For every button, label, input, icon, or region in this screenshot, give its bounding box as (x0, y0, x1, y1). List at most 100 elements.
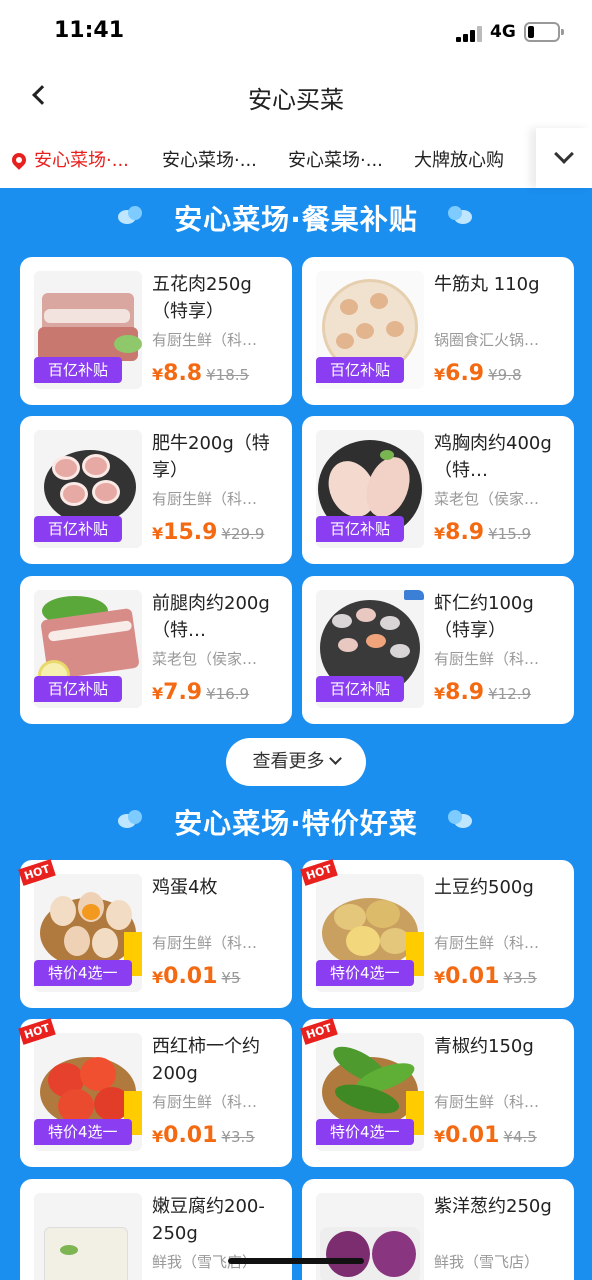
current-price: 0.01 (163, 1123, 218, 1148)
currency-symbol: ¥ (434, 968, 446, 987)
current-price: 15.9 (163, 520, 218, 545)
special-badge: 特价4选一 (316, 1119, 414, 1145)
product-name: 嫩豆腐约200-250g (152, 1196, 265, 1244)
price-block: ¥0.01 ¥4.5 (434, 1123, 537, 1148)
shop-name: 有厨生鲜（科… (434, 934, 540, 952)
shop-name: 菜老包（侯家… (152, 650, 258, 668)
subsidy-badge: 百亿补贴 (34, 516, 123, 542)
original-price: ¥29.9 (221, 525, 265, 543)
special-badge: 特价4选一 (34, 960, 132, 986)
section-title-specials: 安心菜场·特价好菜 (174, 807, 418, 840)
current-price: 8.9 (445, 680, 485, 705)
price-block: ¥7.9 ¥16.9 (152, 680, 249, 705)
tab-label: 安心菜场·... (288, 150, 383, 171)
tab-label: 安心菜场·... (34, 150, 129, 171)
original-price: ¥12.9 (488, 685, 532, 703)
currency-symbol: ¥ (152, 968, 164, 987)
current-price: 8.9 (445, 520, 485, 545)
view-more-button[interactable]: 查看更多 (226, 738, 366, 786)
product-card[interactable]: 百亿补贴 牛筋丸 110g 锅圈食汇火锅… ¥6.9 ¥9.8 (302, 257, 574, 405)
currency-symbol: ¥ (434, 1127, 446, 1146)
currency-symbol: ¥ (434, 365, 446, 384)
product-card[interactable]: HOT 特价4选一 土豆约500g 有厨生鲜（科… ¥0.01 ¥3.5 (300, 859, 574, 1008)
product-name: 青椒约150g (434, 1036, 534, 1057)
shop-name: 有厨生鲜（科… (152, 331, 258, 349)
chevron-down-icon (328, 752, 342, 765)
product-card[interactable]: HOT 特价4选一 西红柿一个约200g 有厨生鲜（科… ¥0.01 ¥3.5 (18, 1018, 292, 1167)
shop-name: 有厨生鲜（科… (152, 934, 258, 952)
product-image-tofu (34, 1193, 142, 1280)
tab-anxin-market-2[interactable]: 安心菜场·... (162, 146, 257, 172)
original-price: ¥4.5 (503, 1128, 537, 1146)
shop-name: 菜老包（侯家… (434, 490, 540, 508)
product-card[interactable]: 百亿补贴 前腿肉约200g（特… 菜老包（侯家… ¥7.9 ¥16.9 (20, 576, 292, 724)
product-card[interactable]: 嫩豆腐约200-250g 鲜我（雪飞店） (20, 1179, 292, 1280)
product-card[interactable]: 紫洋葱约250g 鲜我（雪飞店） (302, 1179, 574, 1280)
product-card[interactable]: HOT 特价4选一 鸡蛋4枚 有厨生鲜（科… ¥0.01 ¥5 (18, 859, 292, 1008)
tab-label: 安心菜场·... (162, 150, 257, 171)
currency-symbol: ¥ (152, 365, 164, 384)
shop-name: 有厨生鲜（科… (152, 1093, 258, 1111)
product-name: 前腿肉约200g（特… (152, 593, 270, 641)
original-price: ¥3.5 (221, 1128, 255, 1146)
battery-icon (524, 22, 564, 42)
current-price: 7.9 (163, 680, 203, 705)
tab-label: 大牌放心购 (414, 150, 504, 171)
current-price: 0.01 (445, 964, 500, 989)
product-name: 五花肉250g（特享） (152, 274, 252, 322)
price-block: ¥8.9 ¥15.9 (434, 520, 531, 545)
view-more-label: 查看更多 (252, 751, 325, 772)
shop-name: 锅圈食汇火锅… (434, 331, 540, 349)
nav-bar: 安心买菜 (0, 64, 592, 126)
product-card[interactable]: 百亿补贴 五花肉250g（特享） 有厨生鲜（科… ¥8.8 ¥18.5 (20, 257, 292, 405)
currency-symbol: ¥ (152, 524, 164, 543)
shop-name: 鲜我（雪飞店） (434, 1253, 540, 1271)
product-card[interactable]: HOT 特价4选一 青椒约150g 有厨生鲜（科… ¥0.01 ¥4.5 (300, 1018, 574, 1167)
price-block: ¥8.9 ¥12.9 (434, 680, 531, 705)
original-price: ¥9.8 (488, 366, 522, 384)
product-name: 肥牛200g（特享） (152, 433, 270, 481)
network-label: 4G (490, 22, 516, 42)
tab-anxin-market-3[interactable]: 安心菜场·... (288, 146, 383, 172)
original-price: ¥3.5 (503, 969, 537, 987)
shop-name: 有厨生鲜（科… (152, 490, 258, 508)
product-name: 牛筋丸 110g (434, 274, 540, 295)
currency-symbol: ¥ (152, 684, 164, 703)
subsidy-badge: 百亿补贴 (34, 357, 123, 383)
original-price: ¥18.5 (206, 366, 250, 384)
current-price: 0.01 (163, 964, 218, 989)
special-badge: 特价4选一 (316, 960, 414, 986)
product-name: 西红柿一个约200g (152, 1036, 260, 1084)
page-title: 安心买菜 (248, 86, 344, 114)
product-card[interactable]: 百亿补贴 肥牛200g（特享） 有厨生鲜（科… ¥15.9 ¥29.9 (20, 416, 292, 564)
original-price: ¥16.9 (206, 685, 250, 703)
chevron-down-icon (554, 144, 574, 164)
price-block: ¥0.01 ¥3.5 (152, 1123, 255, 1148)
water-drop-icon (448, 810, 472, 828)
tabs-expand-button[interactable] (536, 128, 592, 188)
product-image-red-onion (316, 1193, 424, 1280)
subsidy-badge: 百亿补贴 (34, 676, 123, 702)
price-block: ¥0.01 ¥3.5 (434, 964, 537, 989)
price-block: ¥0.01 ¥5 (152, 964, 241, 989)
header-area: 11:41 4G 安心买菜 安心菜场·... 安心菜场·... 安心菜场·...… (0, 0, 592, 188)
status-time: 11:41 (54, 18, 125, 43)
current-price: 8.8 (163, 361, 203, 386)
tab-brand[interactable]: 大牌放心购 (414, 146, 504, 172)
water-drop-icon (448, 206, 472, 224)
product-card[interactable]: 百亿补贴 虾仁约100g（特享） 有厨生鲜（科… ¥8.9 ¥12.9 (302, 576, 574, 724)
tab-anxin-market-1[interactable]: 安心菜场·... (9, 146, 129, 172)
subsidy-badge: 百亿补贴 (316, 676, 405, 702)
currency-symbol: ¥ (434, 524, 446, 543)
currency-symbol: ¥ (152, 1127, 164, 1146)
product-name: 虾仁约100g（特享） (434, 593, 534, 641)
product-card[interactable]: 百亿补贴 鸡胸肉约400g（特… 菜老包（侯家… ¥8.9 ¥15.9 (302, 416, 574, 564)
original-price: ¥15.9 (488, 525, 532, 543)
subsidy-badge: 百亿补贴 (316, 357, 405, 383)
product-name: 土豆约500g (434, 877, 534, 898)
current-price: 0.01 (445, 1123, 500, 1148)
location-pin-icon (9, 150, 29, 170)
shop-name: 有厨生鲜（科… (434, 1093, 540, 1111)
special-badge: 特价4选一 (34, 1119, 132, 1145)
currency-symbol: ¥ (434, 684, 446, 703)
